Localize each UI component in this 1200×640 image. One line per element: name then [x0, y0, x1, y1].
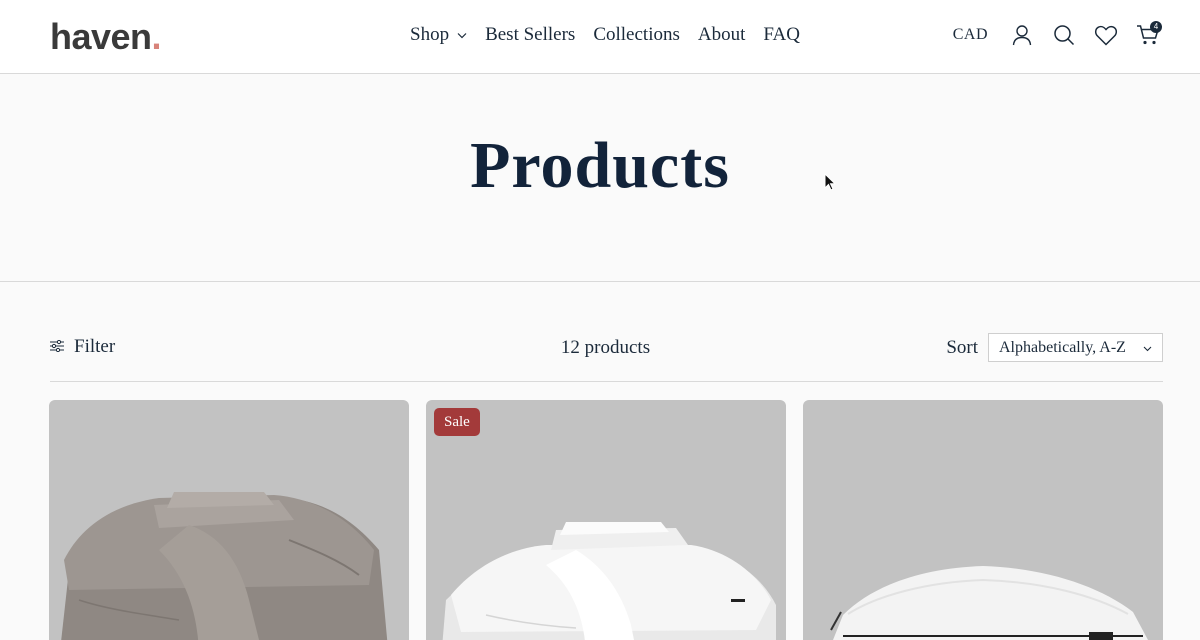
site-header: haven. Shop Best Sellers Collections Abo… — [0, 0, 1200, 74]
nav-shop-label: Shop — [410, 24, 450, 45]
cart-icon[interactable]: 4 — [1136, 21, 1162, 48]
sale-badge: Sale — [434, 408, 480, 436]
nav-faq[interactable]: FAQ — [763, 24, 800, 46]
account-icon[interactable] — [1010, 22, 1034, 48]
filter-icon — [50, 336, 64, 358]
logo-text: haven — [50, 16, 152, 57]
logo[interactable]: haven. — [50, 16, 162, 57]
collection-banner: Products — [0, 75, 1200, 282]
product-image-white-sheets — [442, 522, 776, 640]
product-image-white-pillow — [830, 566, 1148, 640]
nav-best-sellers-label: Best Sellers — [485, 24, 576, 45]
sort-control: Sort Alphabetically, A-Z — [946, 333, 1163, 362]
header-actions: CAD 4 — [953, 21, 1162, 48]
chevron-down-icon — [457, 32, 467, 39]
filter-label: Filter — [74, 336, 116, 357]
sort-label: Sort — [946, 336, 978, 358]
nav-about-label: About — [697, 24, 746, 45]
sort-select[interactable]: Alphabetically, A-Z — [988, 333, 1163, 362]
mouse-cursor-icon — [824, 172, 837, 196]
nav-faq-label: FAQ — [763, 24, 800, 45]
product-card[interactable] — [803, 400, 1163, 640]
logo-dot: . — [151, 16, 162, 57]
nav-best-sellers[interactable]: Best Sellers — [485, 24, 575, 46]
page-title: Products — [470, 129, 730, 202]
search-icon[interactable] — [1052, 22, 1076, 48]
heart-icon[interactable] — [1094, 22, 1118, 48]
main-nav: Shop Best Sellers Collections About FAQ — [410, 24, 800, 46]
nav-shop[interactable]: Shop — [410, 24, 467, 46]
filter-button[interactable]: Filter — [50, 336, 115, 358]
product-image-taupe-sheets — [61, 492, 388, 640]
product-card[interactable]: Sale — [426, 400, 786, 640]
chevron-down-icon — [1143, 339, 1152, 357]
cart-count-badge: 4 — [1150, 21, 1162, 33]
collection-toolbar: Filter 12 products Sort Alphabetically, … — [50, 332, 1163, 382]
currency-selector[interactable]: CAD — [953, 26, 988, 44]
sort-value: Alphabetically, A-Z — [999, 338, 1126, 356]
nav-collections[interactable]: Collections — [593, 24, 680, 46]
nav-about[interactable]: About — [698, 24, 746, 46]
product-card[interactable] — [49, 400, 409, 640]
nav-collections-label: Collections — [593, 24, 680, 45]
